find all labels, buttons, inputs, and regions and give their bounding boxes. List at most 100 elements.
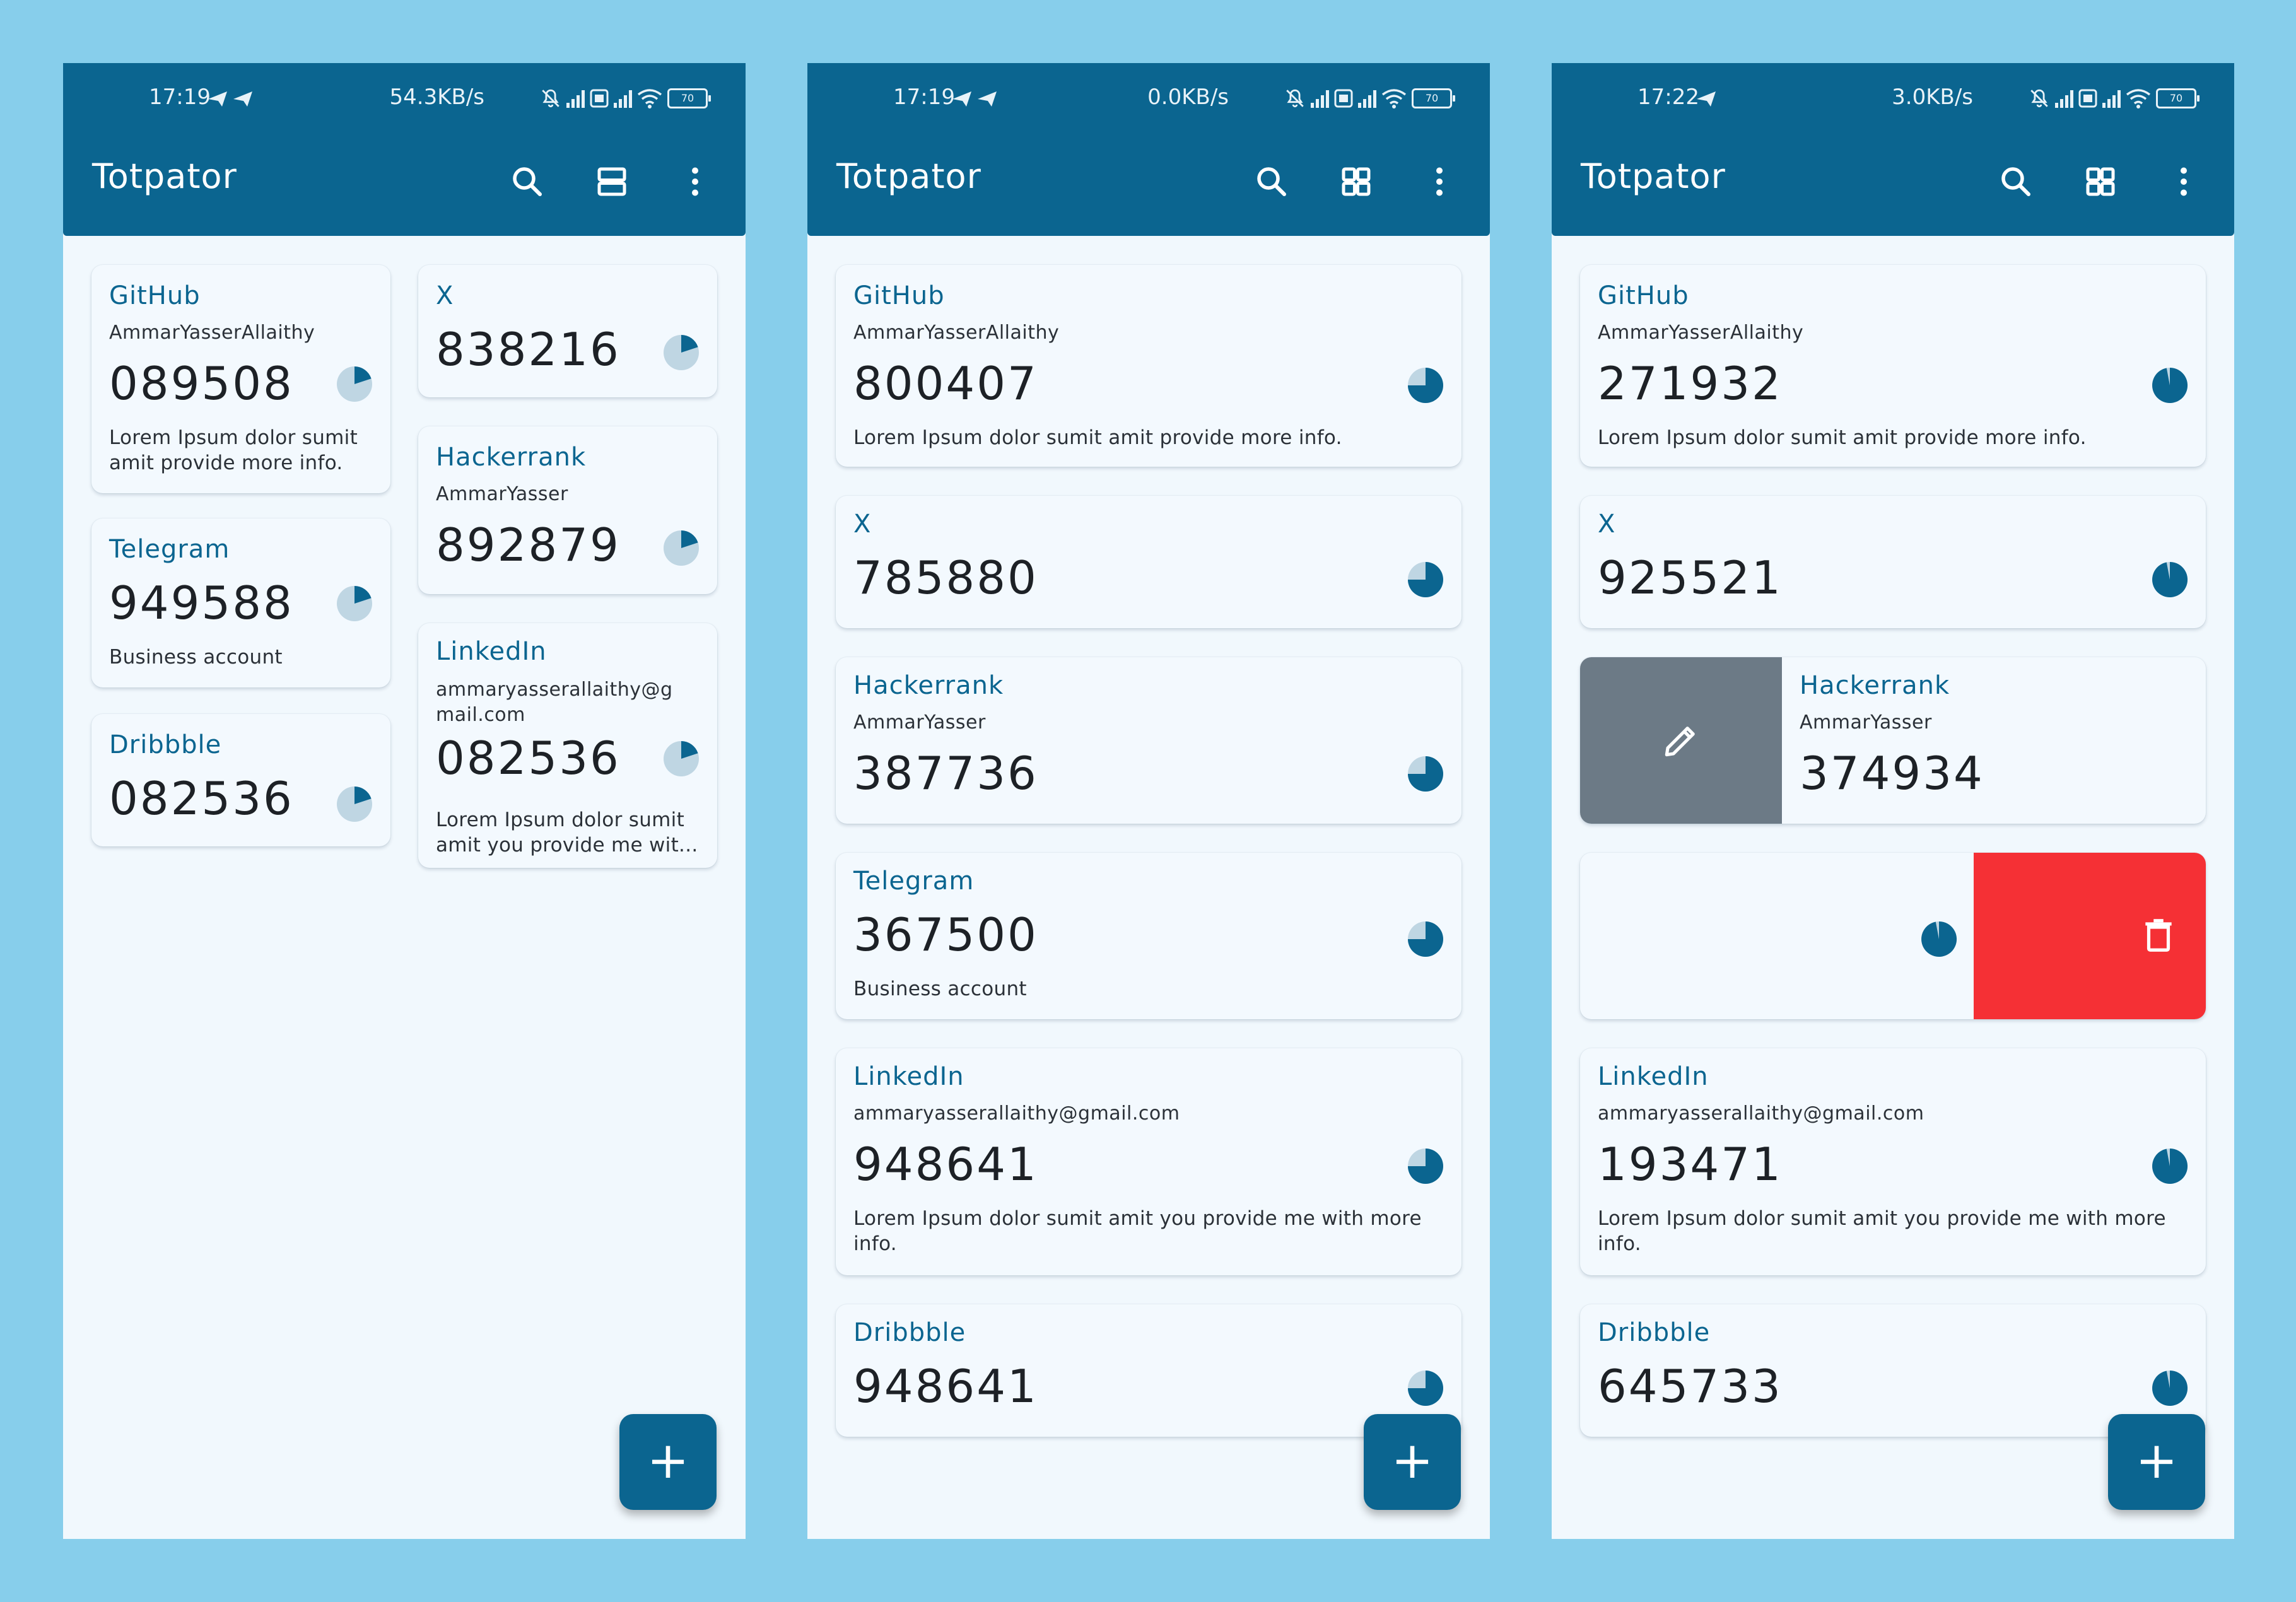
token-card-linkedin[interactable]: LinkedIn ammaryasserallaithy@gmail.com 9… — [836, 1048, 1461, 1275]
edit-action-button[interactable] — [1580, 657, 1782, 824]
otp-code[interactable]: 082536 — [436, 732, 621, 785]
issuer-name: GitHub — [1598, 281, 1689, 310]
account-name: AmmarYasserAllaithy — [1598, 322, 1804, 344]
token-card-hackerrank[interactable]: Hackerrank AmmarYasser 387736 — [836, 657, 1461, 824]
token-card-telegram[interactable]: Telegram 367500 Business account — [836, 853, 1461, 1019]
countdown-timer-icon — [664, 741, 699, 776]
more-options-icon[interactable] — [2165, 163, 2203, 201]
card-note: Lorem Ipsum dolor sumit amit provide mor… — [109, 426, 358, 474]
otp-code[interactable]: 925521 — [1598, 551, 1783, 604]
card-note: Lorem Ipsum dolor sumit amit you provide… — [436, 809, 698, 857]
more-options-icon[interactable] — [676, 163, 714, 201]
issuer-name: X — [1598, 510, 1616, 539]
token-card-github[interactable]: GitHub AmmarYasserAllaithy 271932 Lorem … — [1580, 265, 2206, 467]
telegram-notification-icon — [207, 88, 254, 114]
countdown-timer-icon — [337, 586, 372, 621]
otp-code[interactable]: 367500 — [853, 908, 1038, 961]
token-card-github[interactable]: GitHub AmmarYasserAllaithy 089508 Lorem … — [91, 265, 390, 493]
otp-code[interactable]: 271932 — [1598, 357, 1783, 410]
add-token-button[interactable]: + — [2108, 1414, 2205, 1510]
status-time: 17:22 — [1637, 85, 1699, 110]
issuer-name: X — [853, 510, 872, 539]
battery-icon: 70 — [2156, 88, 2199, 108]
otp-code[interactable]: 193471 — [1598, 1138, 1783, 1191]
issuer-name: X — [436, 281, 454, 310]
otp-code[interactable]: 645733 — [1598, 1360, 1783, 1413]
signal-icon — [614, 89, 632, 108]
otp-code[interactable]: 949588 — [109, 576, 294, 629]
add-token-button[interactable]: + — [619, 1414, 717, 1510]
search-icon[interactable] — [1997, 163, 2035, 201]
countdown-timer-icon — [337, 366, 372, 402]
token-card-telegram[interactable]: Telegram 949588 Business account — [91, 518, 390, 687]
phone-screen-swipe: 17:22 3.0KB/s 70 Totpator GitHub AmmarYa… — [1552, 63, 2234, 1539]
signal-icon — [2055, 89, 2073, 108]
telegram-notification-icon — [1696, 88, 1717, 114]
app-bar: 17:19 54.3KB/s 70 Totpator — [63, 63, 746, 236]
countdown-timer-icon — [1408, 756, 1443, 792]
token-card-telegram[interactable] — [1580, 853, 2206, 1019]
issuer-name: GitHub — [109, 281, 201, 310]
otp-code[interactable]: 800407 — [853, 357, 1038, 410]
grid-view-icon[interactable] — [2082, 163, 2119, 201]
otp-code[interactable]: 892879 — [436, 518, 621, 571]
card-note: Lorem Ipsum dolor sumit amit provide mor… — [853, 426, 1342, 449]
token-card-github[interactable]: GitHub AmmarYasserAllaithy 800407 Lorem … — [836, 265, 1461, 467]
issuer-name: Dribbble — [853, 1318, 966, 1347]
countdown-timer-icon — [1921, 921, 1957, 957]
status-bar: 17:19 0.0KB/s 70 — [807, 85, 1490, 116]
account-name: AmmarYasserAllaithy — [109, 322, 315, 344]
token-card-x[interactable]: X 785880 — [836, 496, 1461, 628]
issuer-name: LinkedIn — [436, 637, 547, 666]
otp-code[interactable]: 374934 — [1800, 747, 1984, 800]
signal-icon — [2102, 89, 2121, 108]
card-note: Business account — [109, 646, 283, 669]
card-note: Lorem Ipsum dolor sumit amit you provide… — [853, 1207, 1422, 1255]
account-name: ammaryasserallaithy@g mail.com — [436, 679, 673, 726]
battery-icon: 70 — [1412, 88, 1455, 108]
countdown-timer-icon — [1408, 368, 1443, 403]
add-token-button[interactable]: + — [1364, 1414, 1461, 1510]
list-view-icon[interactable] — [593, 163, 631, 201]
network-speed: 3.0KB/s — [1892, 85, 1973, 110]
status-time: 17:19 — [893, 85, 955, 110]
app-bar: 17:19 0.0KB/s 70 Totpator — [807, 63, 1490, 236]
countdown-timer-icon — [1408, 1371, 1443, 1406]
mute-icon — [1286, 89, 1304, 108]
countdown-timer-icon — [1408, 562, 1443, 597]
battery-icon: 70 — [667, 88, 711, 108]
issuer-name: Telegram — [109, 535, 230, 564]
otp-code[interactable]: 948641 — [853, 1138, 1038, 1191]
network-speed: 54.3KB/s — [389, 85, 485, 110]
issuer-name: GitHub — [853, 281, 945, 310]
token-card-dribbble[interactable]: Dribbble 082536 — [91, 714, 390, 846]
card-note: Lorem Ipsum dolor sumit amit provide mor… — [1598, 426, 2087, 449]
search-icon[interactable] — [1253, 163, 1291, 201]
token-card-linkedin[interactable]: LinkedIn ammaryasserallaithy@gmail.com 1… — [1580, 1048, 2206, 1275]
delete-action-button[interactable] — [1974, 853, 2206, 1019]
token-card-hackerrank[interactable]: Hackerrank AmmarYasser 374934 — [1580, 657, 2206, 824]
token-card-x[interactable]: X 925521 — [1580, 496, 2206, 628]
volte-icon — [590, 89, 609, 108]
token-card-x[interactable]: X 838216 — [418, 265, 717, 397]
token-card-dribbble[interactable]: Dribbble 645733 — [1580, 1304, 2206, 1437]
otp-code[interactable]: 082536 — [109, 772, 294, 825]
signal-icon — [1358, 89, 1376, 108]
token-card-linkedin[interactable]: LinkedIn ammaryasserallaithy@g mail.com … — [418, 623, 717, 868]
signal-icon — [1311, 89, 1329, 108]
search-icon[interactable] — [508, 163, 546, 201]
more-options-icon[interactable] — [1420, 163, 1458, 201]
otp-code[interactable]: 785880 — [853, 551, 1038, 604]
countdown-timer-icon — [1408, 1149, 1443, 1184]
otp-code[interactable]: 387736 — [853, 747, 1038, 800]
app-title: Totpator — [836, 156, 981, 196]
token-card-hackerrank[interactable]: Hackerrank AmmarYasser 892879 — [418, 426, 717, 594]
token-card-dribbble[interactable]: Dribbble 948641 — [836, 1304, 1461, 1437]
otp-code[interactable]: 948641 — [853, 1360, 1038, 1413]
otp-code[interactable]: 089508 — [109, 357, 294, 410]
status-bar: 17:22 3.0KB/s 70 — [1552, 85, 2234, 116]
otp-code[interactable]: 838216 — [436, 323, 621, 376]
grid-view-icon[interactable] — [1337, 163, 1375, 201]
card-note: Business account — [853, 978, 1027, 1000]
issuer-name: Hackerrank — [853, 671, 1004, 700]
